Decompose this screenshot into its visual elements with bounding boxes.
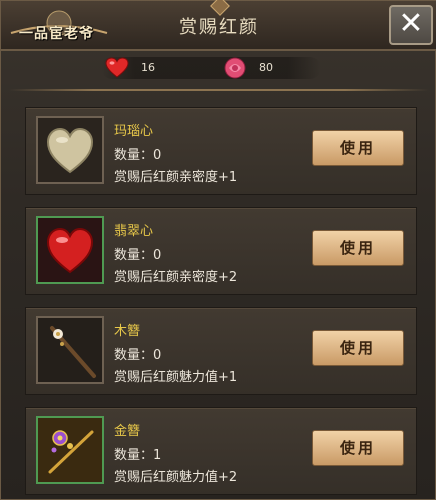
item-icon-frame xyxy=(36,216,104,284)
item-name: 玛瑙心 xyxy=(114,124,154,139)
item-count: 数量：0 xyxy=(114,148,162,163)
list-item: 木簪 数量：0 赏赐后红颜魅力值+1 使用 xyxy=(25,307,417,395)
item-name: 木簪 xyxy=(114,324,141,339)
use-button[interactable]: 使用 xyxy=(312,430,404,466)
dialog-header: 一品宦老爷 赏赐红颜 ✕ xyxy=(1,0,436,51)
item-description: 赏赐后红颜魅力值+2 xyxy=(114,470,238,485)
rose-icon xyxy=(223,57,247,79)
heart-count: 16 xyxy=(141,61,155,74)
use-button[interactable]: 使用 xyxy=(312,330,404,366)
jade-heart-icon xyxy=(38,218,102,282)
list-item: 玛瑙心 数量：0 赏赐后红颜亲密度+1 使用 xyxy=(25,107,417,195)
item-description: 赏赐后红颜魅力值+1 xyxy=(114,370,238,385)
logo-text: 一品宦老爷 xyxy=(19,26,94,42)
golden-hairpin-icon xyxy=(38,418,102,482)
item-icon-frame xyxy=(36,416,104,484)
item-icon-frame xyxy=(36,316,104,384)
item-icon-frame xyxy=(36,116,104,184)
use-button[interactable]: 使用 xyxy=(312,130,404,166)
list-item: 金簪 数量：1 赏赐后红颜魅力值+2 使用 xyxy=(25,407,417,495)
item-count: 数量：0 xyxy=(114,248,162,263)
agate-heart-icon xyxy=(38,118,102,182)
item-name: 金簪 xyxy=(114,424,141,439)
item-description: 赏赐后红颜亲密度+1 xyxy=(114,170,238,185)
list-item: 翡翠心 数量：0 赏赐后红颜亲密度+2 使用 xyxy=(25,207,417,295)
header-divider xyxy=(9,89,429,91)
use-button[interactable]: 使用 xyxy=(312,230,404,266)
dialog-title: 赏赐红颜 xyxy=(179,17,259,38)
close-button[interactable]: ✕ xyxy=(389,5,433,45)
reward-dialog: 一品宦老爷 赏赐红颜 ✕ 16 80 玛瑙心 数量：0 赏赐后红颜亲密度+1 使… xyxy=(0,0,436,500)
heart-icon xyxy=(105,57,129,79)
item-name: 翡翠心 xyxy=(114,224,154,239)
item-description: 赏赐后红颜亲密度+2 xyxy=(114,270,238,285)
item-count: 数量：0 xyxy=(114,348,162,363)
rose-count: 80 xyxy=(259,61,273,74)
item-count: 数量：1 xyxy=(114,448,162,463)
resource-bar xyxy=(101,57,321,79)
wooden-hairpin-icon xyxy=(38,318,102,382)
